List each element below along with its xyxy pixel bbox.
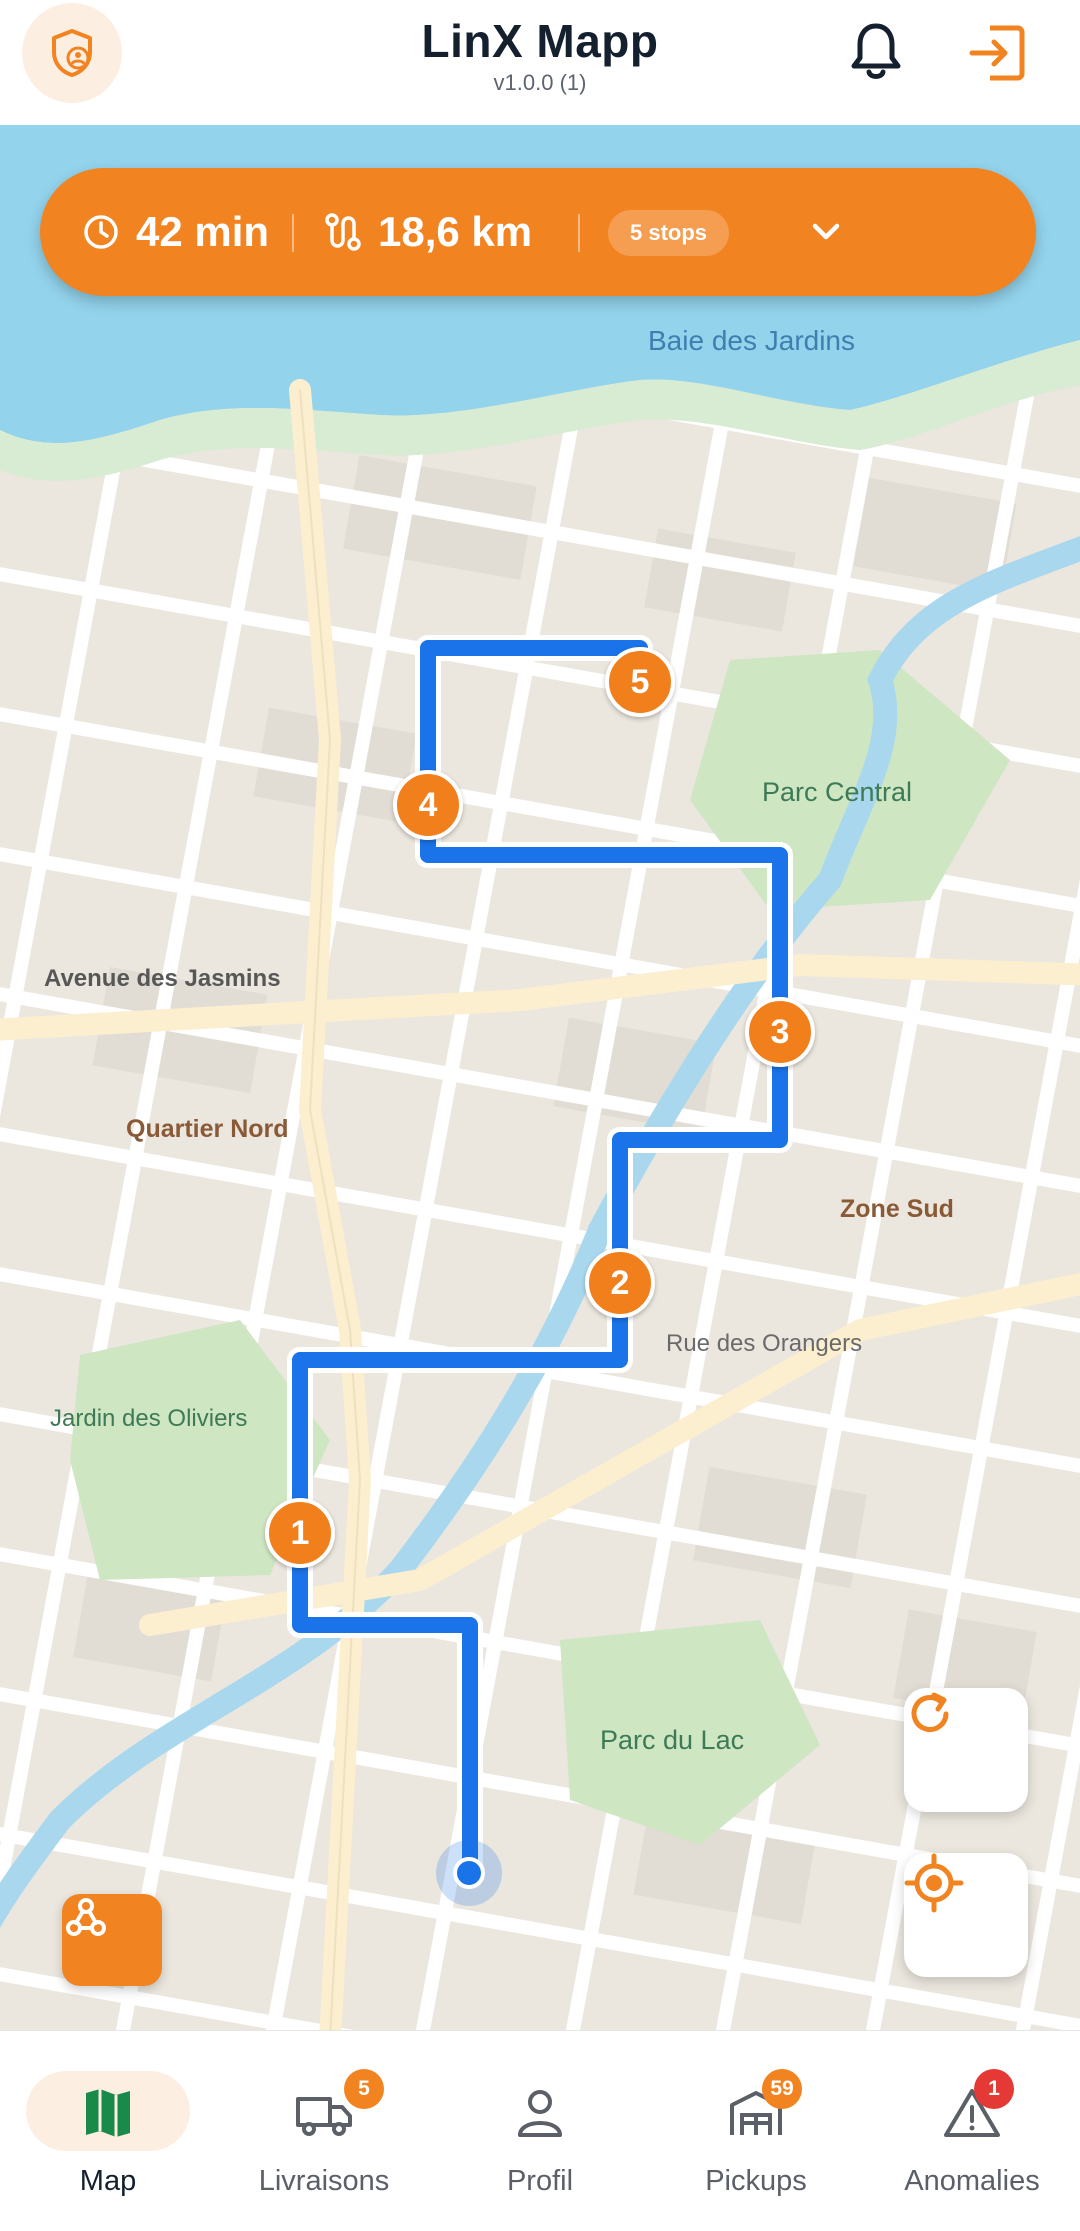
crosshair-icon: [904, 1853, 964, 1913]
nav-label-map: Map: [79, 2165, 137, 2197]
route-distance-value: 18,6 km: [378, 208, 533, 255]
pill-divider: [578, 214, 580, 252]
app-version: v1.0.0 (1): [493, 70, 587, 95]
user-icon: [518, 2090, 562, 2137]
nav-label-livraisons: Livraisons: [258, 2165, 390, 2197]
pickups-badge: 59: [762, 2069, 802, 2109]
map-label-avenue-jasmins: Avenue des Jasmins: [44, 965, 281, 992]
route-duration: 42 min: [82, 168, 269, 296]
nav-item-pickups[interactable]: 59 Pickups: [648, 2031, 864, 2231]
stop-marker-1[interactable]: 1: [265, 1498, 335, 1568]
app-title: LinX Mapp: [421, 15, 659, 67]
stop-marker-4[interactable]: 4: [393, 770, 463, 840]
livraisons-badge: 5: [344, 2069, 384, 2109]
logout-icon[interactable]: [968, 24, 1026, 82]
map-label-zone-sud: Zone Sud: [840, 1195, 954, 1223]
webhook-icon: [66, 1898, 106, 1936]
route-duration-value: 42 min: [136, 208, 270, 255]
refresh-icon: [911, 1692, 949, 1732]
map-label-quartier-nord: Quartier Nord: [126, 1115, 289, 1143]
route-icon: [325, 213, 361, 251]
map-label-jardin-oliviers: Jardin des Oliviers: [50, 1405, 248, 1432]
pill-divider: [292, 214, 294, 252]
nav-item-map[interactable]: Map: [0, 2031, 216, 2231]
nav-item-profil[interactable]: Profil: [432, 2031, 648, 2231]
clock-icon: [84, 215, 118, 249]
current-location-dot: [453, 1857, 485, 1889]
app-header: LinX Mapp v1.0.0 (1): [0, 0, 1080, 125]
route-summary-bar[interactable]: 42 min 18,6 km 5 stops: [40, 168, 1036, 296]
stop-marker-2[interactable]: 2: [585, 1248, 655, 1318]
map-label-bay: Baie des Jardins: [648, 325, 856, 356]
nav-label-pickups: Pickups: [705, 2165, 807, 2197]
nav-item-anomalies[interactable]: 1 Anomalies: [864, 2031, 1080, 2231]
current-location-marker: [436, 1840, 502, 1906]
webhook-button[interactable]: [62, 1894, 162, 1986]
bottom-navigation: Map 5 Livraisons Profil 59 Pickups 1 Ano…: [0, 2030, 1080, 2231]
map-label-parc-central: Parc Central: [762, 777, 913, 807]
stop-marker-5[interactable]: 5: [605, 647, 675, 717]
anomalies-badge: 1: [974, 2069, 1014, 2109]
bell-icon[interactable]: [848, 20, 904, 84]
locate-me-button[interactable]: [904, 1853, 1028, 1977]
map-label-rue-orangers: Rue des Orangers: [666, 1330, 863, 1357]
map-icon: [86, 2089, 130, 2137]
map-label-parc-lac: Parc du Lac: [600, 1725, 745, 1755]
chevron-down-icon[interactable]: [808, 214, 844, 250]
stops-count-badge: 5 stops: [608, 210, 730, 256]
map-view[interactable]: Baie des Jardins Parc Central Avenue des…: [0, 125, 1080, 2030]
route-distance: 18,6 km: [324, 168, 532, 296]
nav-item-livraisons[interactable]: 5 Livraisons: [216, 2031, 432, 2231]
refresh-button[interactable]: [904, 1688, 1028, 1812]
nav-label-anomalies: Anomalies: [904, 2165, 1040, 2197]
nav-label-profil: Profil: [506, 2165, 574, 2197]
stop-marker-3[interactable]: 3: [745, 997, 815, 1067]
